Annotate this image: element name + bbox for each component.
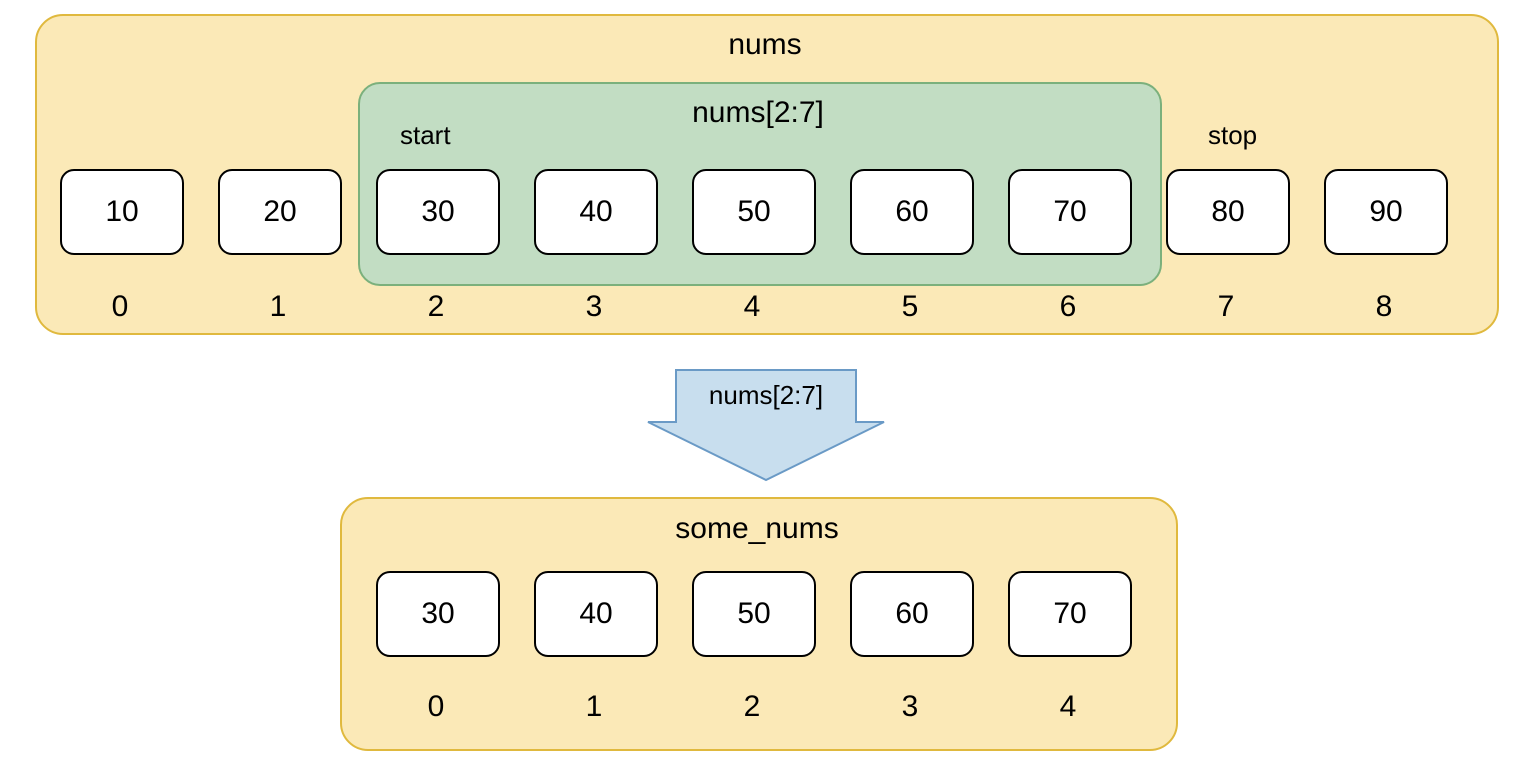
nums-index-5: 5 — [850, 290, 970, 324]
nums-cell-4: 50 — [692, 169, 816, 255]
some-nums-cell-3: 60 — [850, 571, 974, 657]
nums-cell-1: 20 — [218, 169, 342, 255]
nums-index-0: 0 — [60, 290, 180, 324]
slice-label: nums[2:7] — [358, 96, 1158, 130]
nums-index-7: 7 — [1166, 290, 1286, 324]
some-nums-index-4: 4 — [1008, 690, 1128, 724]
nums-index-6: 6 — [1008, 290, 1128, 324]
nums-index-1: 1 — [218, 290, 338, 324]
diagram-canvas: nums nums[2:7] start stop 10 20 30 40 50… — [0, 0, 1534, 764]
nums-cell-7: 80 — [1166, 169, 1290, 255]
nums-title: nums — [35, 28, 1495, 62]
nums-cell-6: 70 — [1008, 169, 1132, 255]
some-nums-cell-1: 40 — [534, 571, 658, 657]
some-nums-cell-2: 50 — [692, 571, 816, 657]
nums-index-4: 4 — [692, 290, 812, 324]
nums-index-2: 2 — [376, 290, 496, 324]
arrow-down-icon: nums[2:7] — [646, 360, 886, 490]
nums-cell-5: 60 — [850, 169, 974, 255]
some-nums-index-2: 2 — [692, 690, 812, 724]
nums-cell-8: 90 — [1324, 169, 1448, 255]
arrow-label: nums[2:7] — [676, 380, 856, 411]
some-nums-index-3: 3 — [850, 690, 970, 724]
some-nums-index-0: 0 — [376, 690, 496, 724]
some-nums-cell-0: 30 — [376, 571, 500, 657]
some-nums-cell-4: 70 — [1008, 571, 1132, 657]
nums-cell-2: 30 — [376, 169, 500, 255]
nums-index-8: 8 — [1324, 290, 1444, 324]
start-label: start — [400, 120, 451, 151]
some-nums-title: some_nums — [340, 512, 1174, 546]
nums-index-3: 3 — [534, 290, 654, 324]
stop-label: stop — [1208, 120, 1257, 151]
nums-cell-0: 10 — [60, 169, 184, 255]
some-nums-index-1: 1 — [534, 690, 654, 724]
nums-cell-3: 40 — [534, 169, 658, 255]
